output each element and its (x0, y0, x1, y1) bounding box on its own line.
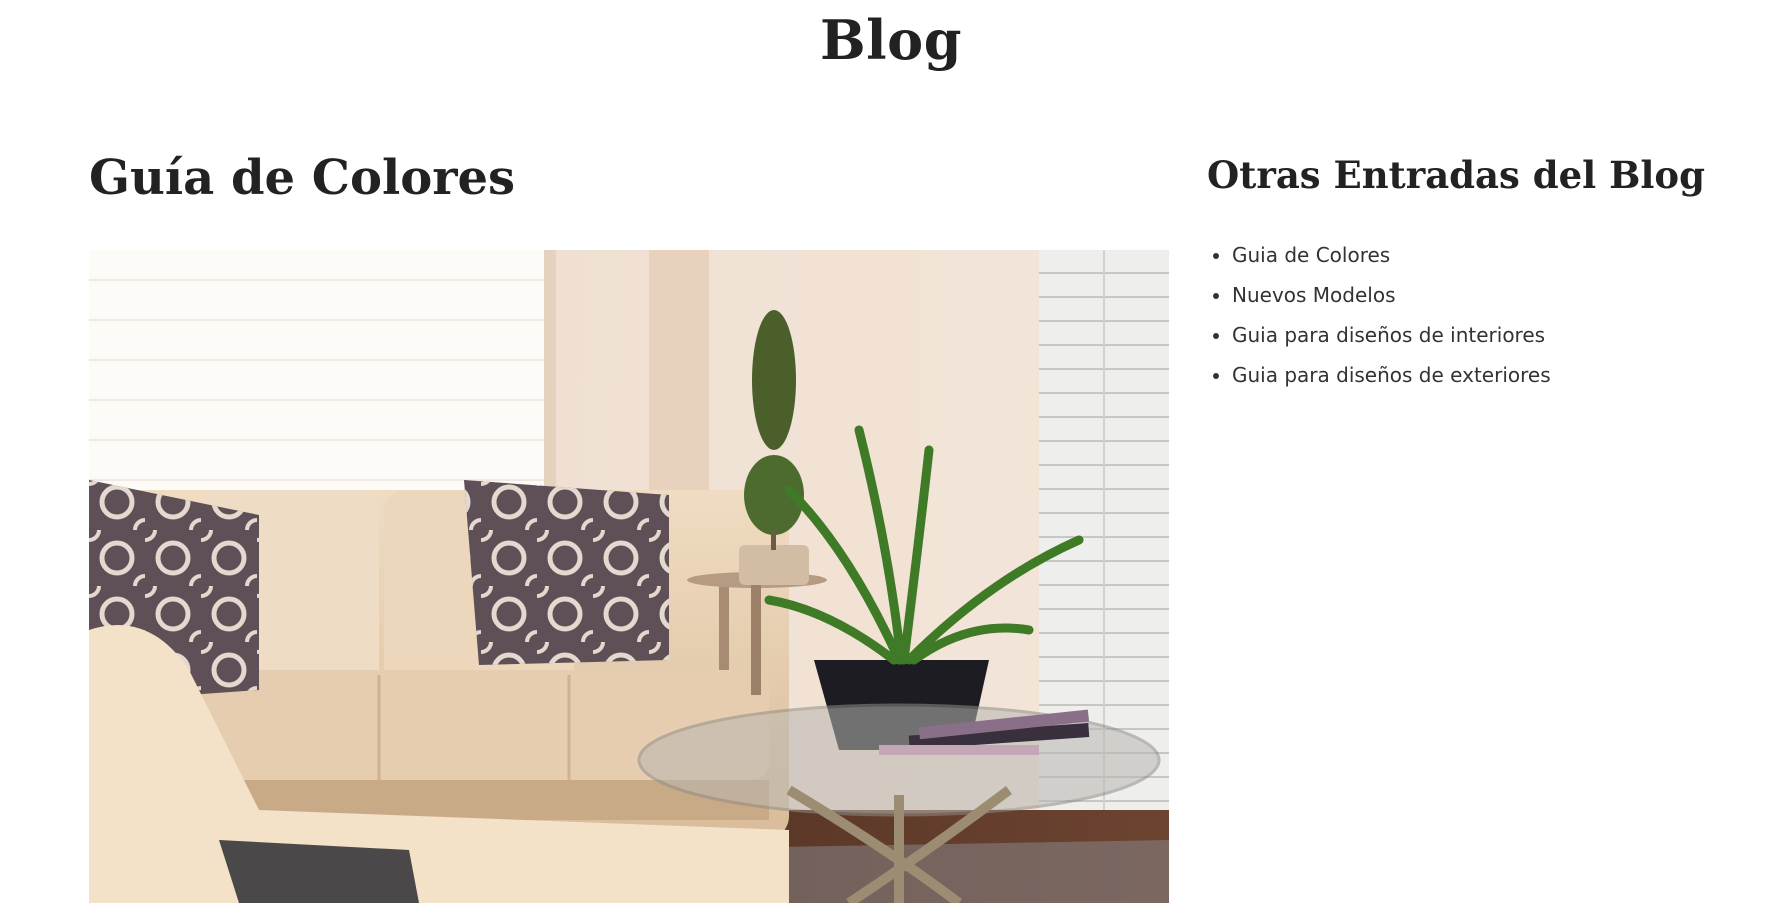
sidebar-link-disenos-exteriores[interactable]: Guia para diseños de exteriores (1232, 363, 1551, 387)
sidebar-item-disenos-exteriores: Guia para diseños de exteriores (1232, 360, 1551, 400)
sidebar-item-nuevos-modelos: Nuevos Modelos (1232, 280, 1551, 320)
post-image (89, 250, 1169, 903)
sidebar-item-guia-colores: Guia de Colores (1232, 240, 1551, 280)
sidebar-link-nuevos-modelos[interactable]: Nuevos Modelos (1232, 283, 1396, 307)
sidebar-title: Otras Entradas del Blog (1207, 153, 1705, 197)
post-title: Guía de Colores (89, 150, 516, 206)
sidebar-item-disenos-interiores: Guia para diseños de interiores (1232, 320, 1551, 360)
sidebar-link-guia-colores[interactable]: Guia de Colores (1232, 243, 1390, 267)
sidebar-link-disenos-interiores[interactable]: Guia para diseños de interiores (1232, 323, 1545, 347)
page-title: Blog (820, 8, 962, 72)
sidebar-post-list: Guia de Colores Nuevos Modelos Guia para… (1207, 240, 1551, 400)
